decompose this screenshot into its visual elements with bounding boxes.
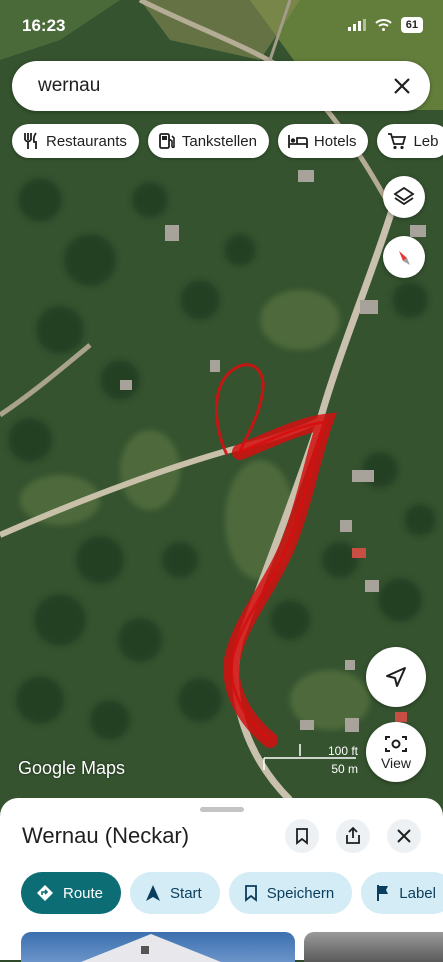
my-location-button[interactable] (366, 647, 426, 707)
route-button[interactable]: Route (21, 872, 122, 914)
directions-icon (37, 885, 53, 901)
save-button[interactable] (285, 819, 319, 853)
scale-feet: 100 ft (327, 744, 358, 758)
chip-label: Restaurants (46, 132, 127, 150)
category-chips: Restaurants Tankstellen Hotels Leb (12, 124, 443, 158)
close-sheet-button[interactable] (387, 819, 421, 853)
drag-handle[interactable] (200, 807, 244, 812)
speichern-label: Speichern (266, 884, 335, 902)
battery-indicator: 61 (400, 17, 423, 33)
place-title: Wernau (Neckar) (22, 823, 190, 848)
close-icon (397, 829, 411, 843)
start-button[interactable]: Start (130, 872, 220, 914)
compass-button[interactable] (383, 236, 425, 278)
google-maps-watermark: Google Maps (18, 758, 126, 778)
chip-label: Hotels (313, 132, 357, 150)
chip-label: Tankstellen (181, 132, 257, 150)
cart-icon (388, 133, 407, 150)
label-label: Label (399, 884, 436, 902)
close-icon[interactable] (382, 66, 422, 106)
search-input[interactable]: wernau (38, 75, 382, 97)
chip-lebensmittel[interactable]: Leb (377, 124, 443, 158)
chip-restaurants[interactable]: Restaurants (12, 124, 139, 158)
bed-icon (288, 135, 308, 148)
place-photo[interactable] (304, 932, 443, 962)
bookmark-icon (296, 828, 308, 845)
search-bar[interactable]: wernau (12, 61, 430, 111)
place-actions: Route Start Speichern Label (21, 872, 443, 914)
status-time: 16:23 (22, 16, 66, 35)
gas-pump-icon (158, 133, 175, 149)
wifi-icon (375, 19, 392, 31)
layers-button[interactable] (383, 176, 425, 218)
chip-label: Leb (413, 132, 439, 150)
speichern-button[interactable]: Speichern (228, 872, 353, 914)
location-arrow-icon (386, 667, 406, 687)
map-scale: 100 ft 50 m (262, 744, 358, 778)
camera-view-icon (385, 735, 407, 752)
layers-icon (393, 186, 415, 206)
view-button[interactable]: View (366, 722, 426, 782)
place-photo[interactable] (21, 932, 295, 962)
compass-icon (399, 251, 410, 265)
status-icons: 61 (347, 17, 423, 33)
flag-icon (377, 885, 389, 901)
share-button[interactable] (336, 819, 370, 853)
navigation-arrow-icon (146, 885, 161, 901)
start-label: Start (170, 884, 202, 902)
status-bar: 16:23 61 (0, 0, 443, 52)
scale-meters: 50 m (331, 762, 358, 776)
photo-strip (21, 932, 443, 962)
chip-hotels[interactable]: Hotels (277, 124, 369, 158)
signal-icon (347, 19, 366, 31)
label-button[interactable]: Label (361, 872, 443, 914)
place-sheet: Wernau (Neckar) Route Start Speichern La… (0, 798, 443, 962)
share-icon (346, 827, 360, 844)
chip-tankstellen[interactable]: Tankstellen (147, 124, 269, 158)
fork-knife-icon (24, 132, 37, 149)
view-label: View (380, 754, 412, 771)
bookmark-icon (244, 885, 257, 902)
route-label: Route (63, 884, 104, 902)
